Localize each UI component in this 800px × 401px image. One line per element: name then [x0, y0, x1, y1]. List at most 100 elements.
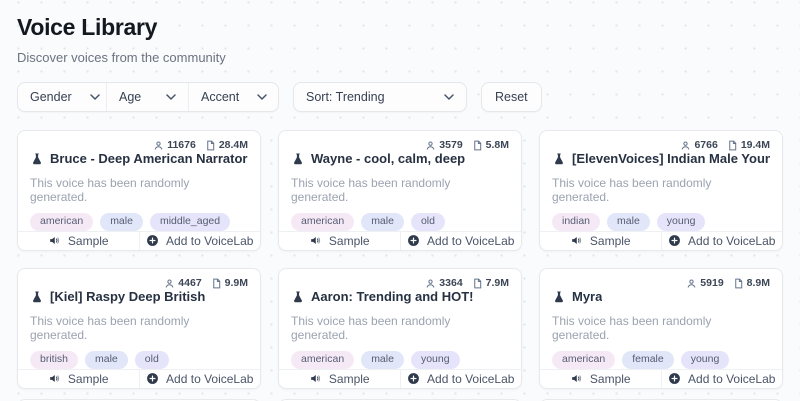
voice-tag: female — [622, 351, 674, 369]
sample-button[interactable]: Sample — [279, 232, 400, 251]
voice-title: Bruce - Deep American Narrator Voice — [50, 151, 248, 166]
page-subtitle: Discover voices from the community — [17, 50, 226, 65]
plays-count: 5.8M — [485, 139, 509, 151]
sample-button-label: Sample — [328, 371, 370, 386]
speaker-icon — [48, 372, 61, 385]
voice-tag: male — [100, 213, 143, 231]
sort-select[interactable]: Sort: Trending — [293, 82, 467, 112]
tag-list: indian male young — [552, 213, 770, 231]
speaker-icon — [570, 234, 583, 247]
voice-title-row: Aaron: Trending and HOT! — [291, 289, 509, 304]
users-count: 3364 — [439, 277, 463, 289]
document-icon — [733, 278, 744, 289]
voice-card-body: 3579 5.8M Wayne - cool, calm, deep This … — [279, 131, 521, 231]
flask-icon — [552, 152, 566, 166]
voice-card-body: 4467 9.9M [Kiel] Raspy Deep British This… — [18, 269, 260, 369]
users-count: 5919 — [700, 277, 724, 289]
users-count: 11676 — [167, 139, 196, 151]
sample-button[interactable]: Sample — [18, 370, 139, 389]
filter-age[interactable]: Age — [106, 83, 188, 111]
voice-title: Aaron: Trending and HOT! — [311, 289, 474, 304]
page-title: Voice Library — [17, 14, 158, 40]
add-button-label: Add to VoiceLab — [166, 233, 254, 248]
plays-stat: 7.9M — [472, 277, 509, 289]
voice-stats: 4467 9.9M — [30, 277, 248, 289]
sample-button[interactable]: Sample — [18, 232, 139, 251]
add-to-voicelab-button[interactable]: Add to VoiceLab — [399, 369, 522, 388]
voice-stats: 11676 28.4M — [30, 139, 248, 151]
user-icon — [425, 278, 436, 289]
filter-bar: Gender Age Accent Sort: Trending Reset — [17, 82, 783, 112]
plays-stat: 9.9M — [211, 277, 248, 289]
voice-description: This voice has been randomly generated. — [552, 314, 712, 342]
sample-button-label: Sample — [67, 371, 109, 386]
voice-title-row: [ElevenVoices] Indian Male Young — [552, 151, 770, 166]
plays-count: 9.9M — [224, 277, 248, 289]
filter-accent[interactable]: Accent — [188, 83, 278, 111]
voice-card-footer: Sample Add to VoiceLab — [18, 230, 261, 251]
plus-circle-icon — [668, 234, 681, 247]
voice-card: 3364 7.9M Aaron: Trending and HOT! This … — [278, 268, 522, 389]
voice-stats: 3364 7.9M — [291, 277, 509, 289]
filter-gender[interactable]: Gender — [18, 83, 106, 111]
speaker-icon — [309, 372, 322, 385]
plus-circle-icon — [146, 372, 159, 385]
tag-list: british male old — [30, 351, 248, 369]
document-icon — [472, 140, 483, 151]
voice-card-body: 6766 19.4M [ElevenVoices] Indian Male Yo… — [540, 131, 782, 231]
user-icon — [425, 140, 436, 151]
sample-button-label: Sample — [328, 233, 370, 248]
voice-title: Wayne - cool, calm, deep — [311, 151, 466, 166]
voice-tag: male — [607, 213, 650, 231]
voice-title-row: Wayne - cool, calm, deep — [291, 151, 509, 166]
voice-card-body: 5919 8.9M Myra This voice has been rando… — [540, 269, 782, 369]
plays-stat: 8.9M — [733, 277, 770, 289]
plays-count: 28.4M — [218, 139, 248, 151]
sample-button-label: Sample — [589, 233, 631, 248]
sample-button[interactable]: Sample — [279, 370, 400, 389]
voice-tag: american — [30, 213, 94, 231]
user-icon — [153, 140, 164, 151]
add-button-label: Add to VoiceLab — [166, 371, 254, 386]
voice-title-row: [Kiel] Raspy Deep British — [30, 289, 248, 304]
tag-list: american female young — [552, 351, 770, 369]
flask-icon — [291, 290, 305, 304]
flask-icon — [291, 152, 305, 166]
voice-tag: british — [30, 351, 79, 369]
add-to-voicelab-button[interactable]: Add to VoiceLab — [660, 369, 783, 388]
filter-dropdown-group: Gender Age Accent — [17, 82, 279, 112]
add-button-label: Add to VoiceLab — [688, 371, 776, 386]
voice-description: This voice has been randomly generated. — [552, 176, 712, 204]
voice-card-grid: 11676 28.4M Bruce - Deep American Narrat… — [17, 130, 783, 389]
chevron-down-icon — [166, 94, 176, 100]
users-stat: 4467 — [164, 277, 202, 289]
tag-list: american male old — [291, 213, 509, 231]
add-to-voicelab-button[interactable]: Add to VoiceLab — [399, 231, 522, 250]
reset-button[interactable]: Reset — [481, 82, 542, 112]
plus-circle-icon — [146, 234, 159, 247]
voice-tag: young — [410, 351, 460, 369]
document-icon — [727, 140, 738, 151]
voice-card-footer: Sample Add to VoiceLab — [540, 368, 783, 389]
users-stat: 3364 — [425, 277, 463, 289]
document-icon — [205, 140, 216, 151]
document-icon — [472, 278, 483, 289]
voice-title-row: Myra — [552, 289, 770, 304]
voice-card: 4467 9.9M [Kiel] Raspy Deep British This… — [17, 268, 261, 389]
add-to-voicelab-button[interactable]: Add to VoiceLab — [138, 369, 261, 388]
voice-stats: 5919 8.9M — [552, 277, 770, 289]
users-count: 6766 — [694, 139, 718, 151]
add-to-voicelab-button[interactable]: Add to VoiceLab — [138, 231, 261, 250]
sample-button[interactable]: Sample — [540, 370, 661, 389]
plus-circle-icon — [407, 234, 420, 247]
add-button-label: Add to VoiceLab — [427, 371, 515, 386]
voice-tag: young — [656, 213, 706, 231]
sample-button[interactable]: Sample — [540, 232, 661, 251]
tag-list: american male young — [291, 351, 509, 369]
flask-icon — [30, 290, 44, 304]
add-to-voicelab-button[interactable]: Add to VoiceLab — [660, 231, 783, 250]
plays-count: 19.4M — [740, 139, 770, 151]
voice-tag: american — [291, 351, 355, 369]
voice-description: This voice has been randomly generated. — [30, 314, 190, 342]
voice-stats: 3579 5.8M — [291, 139, 509, 151]
